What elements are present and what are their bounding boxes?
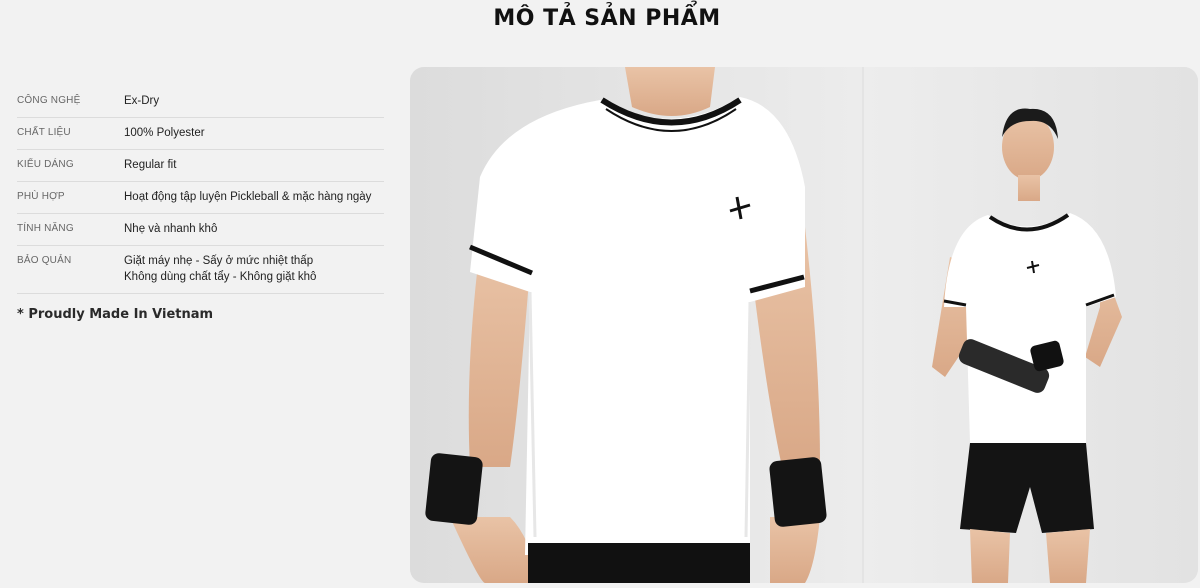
model-photo: [864, 67, 1198, 583]
spec-label: KIỂU DÁNG: [17, 159, 74, 170]
spec-value: Giặt máy nhẹ - Sấy ở mức nhiệt thấp Khôn…: [124, 255, 317, 283]
spec-value: Ex-Dry: [124, 95, 160, 107]
spec-row-material: CHẤT LIỆU 100% Polyester: [17, 118, 384, 150]
made-in-note: * Proudly Made In Vietnam: [17, 307, 214, 322]
product-image-gallery: [410, 67, 1198, 583]
spec-row-suitable: PHÙ HỢP Hoạt động tập luyện Pickleball &…: [17, 182, 384, 214]
spec-row-features: TÍNH NĂNG Nhẹ và nhanh khô: [17, 214, 384, 246]
product-photos: [410, 67, 1198, 583]
page-title: MÔ TẢ SẢN PHẨM: [493, 6, 721, 31]
spec-row-care: BẢO QUẢN Giặt máy nhẹ - Sấy ở mức nhiệt …: [17, 246, 384, 294]
spec-value: Regular fit: [124, 159, 177, 171]
spec-label: PHÙ HỢP: [17, 191, 65, 202]
spec-table: CÔNG NGHỆ Ex-Dry CHẤT LIỆU 100% Polyeste…: [17, 86, 384, 294]
spec-label: CHẤT LIỆU: [17, 127, 71, 138]
spec-value: 100% Polyester: [124, 127, 205, 139]
spec-row-fit: KIỂU DÁNG Regular fit: [17, 150, 384, 182]
spec-value: Hoạt động tập luyện Pickleball & mặc hàn…: [124, 191, 372, 203]
spec-label: TÍNH NĂNG: [17, 223, 74, 234]
spec-row-technology: CÔNG NGHỆ Ex-Dry: [17, 86, 384, 118]
spec-label: CÔNG NGHỆ: [17, 95, 81, 106]
spec-value: Nhẹ và nhanh khô: [124, 223, 218, 235]
product-closeup-photo: [410, 67, 862, 583]
spec-label: BẢO QUẢN: [17, 255, 72, 266]
